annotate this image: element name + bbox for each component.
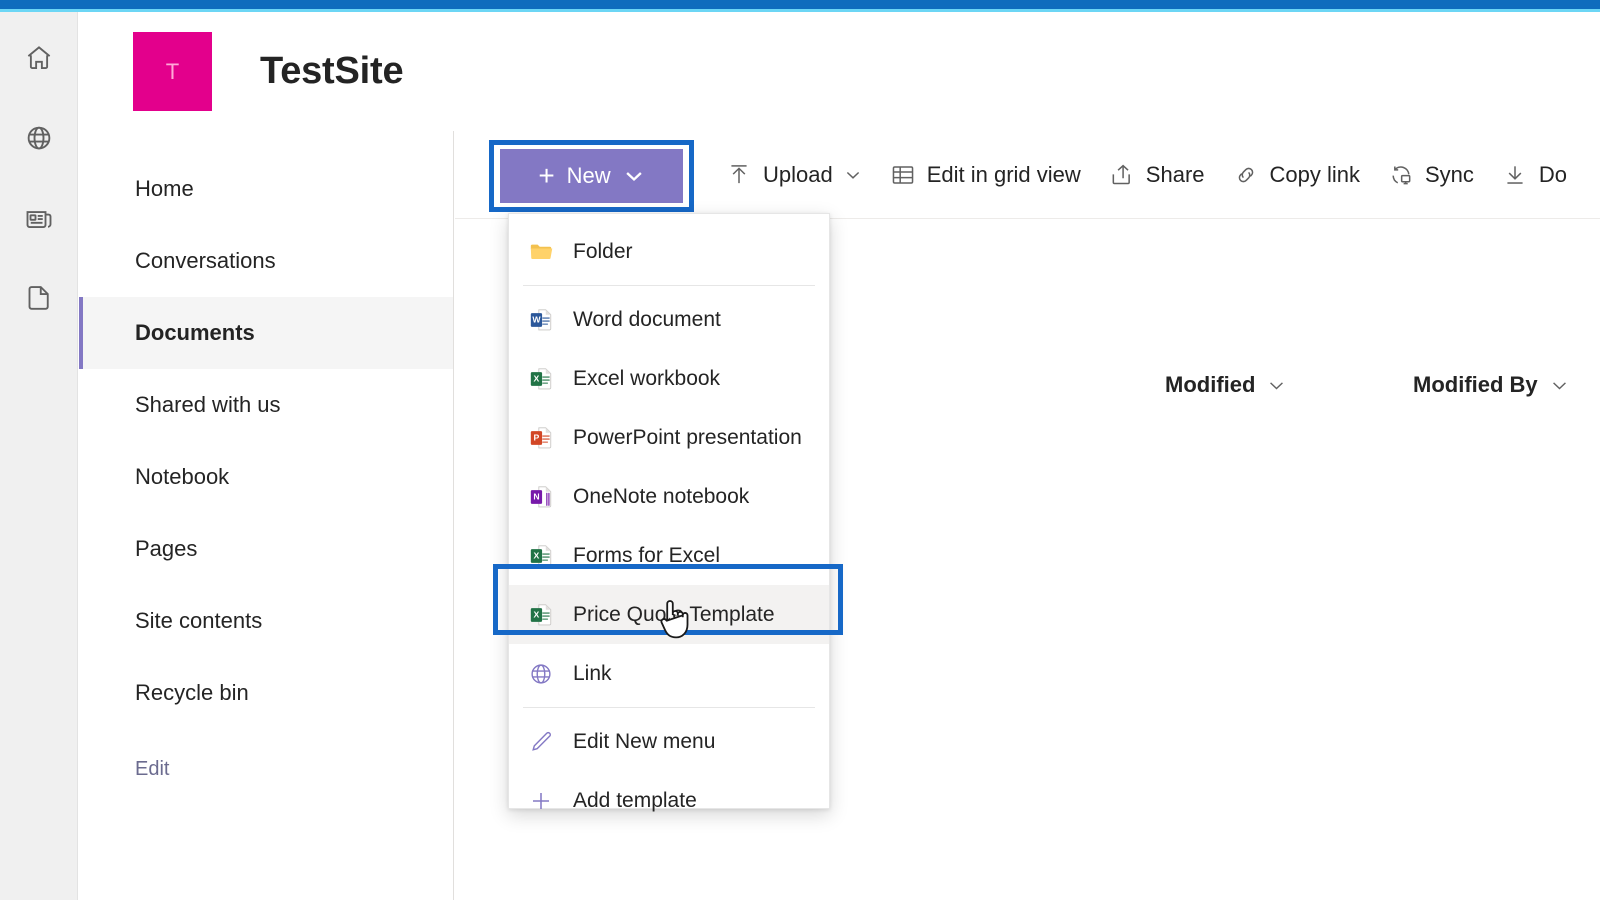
- top-accent-underline: [0, 9, 1600, 12]
- menu-item-price-quote-template-label: Price Quote Template: [573, 603, 775, 627]
- sidebar-item-pages[interactable]: Pages: [79, 513, 453, 585]
- sync-icon: [1388, 162, 1414, 188]
- sidebar-item-documents[interactable]: Documents: [79, 297, 453, 369]
- edit-in-grid-view-button[interactable]: Edit in grid view: [890, 162, 1081, 188]
- sidebar-item-recycle-bin[interactable]: Recycle bin: [79, 657, 453, 729]
- news-icon[interactable]: [15, 194, 63, 242]
- upload-icon: [726, 162, 752, 188]
- word-icon: W: [527, 306, 555, 334]
- home-icon[interactable]: [15, 34, 63, 82]
- site-header: T TestSite: [79, 12, 1600, 131]
- menu-item-price-quote-template[interactable]: X Price Quote Template: [509, 585, 829, 644]
- sidebar-item-home[interactable]: Home: [79, 153, 453, 225]
- chevron-down-icon: [623, 165, 645, 187]
- powerpoint-icon: P: [527, 424, 555, 452]
- column-header-modified[interactable]: Modified: [1165, 372, 1286, 398]
- site-logo-letter: T: [166, 59, 179, 85]
- left-nav: Home Conversations Documents Shared with…: [79, 131, 454, 900]
- column-header-modified-by[interactable]: Modified By: [1413, 372, 1569, 398]
- globe-link-icon: [527, 660, 555, 688]
- excel-icon: X: [527, 365, 555, 393]
- menu-item-edit-new-menu-label: Edit New menu: [573, 730, 715, 754]
- menu-item-excel-workbook-label: Excel workbook: [573, 367, 720, 391]
- menu-item-add-template[interactable]: Add template: [509, 771, 829, 830]
- sidebar-item-conversations[interactable]: Conversations: [79, 225, 453, 297]
- plus-icon: +: [538, 162, 554, 190]
- share-icon: [1109, 162, 1135, 188]
- chevron-down-icon: [844, 166, 862, 184]
- share-button[interactable]: Share: [1109, 162, 1205, 188]
- download-button[interactable]: Do: [1502, 162, 1567, 188]
- folder-icon: [527, 238, 555, 266]
- menu-separator: [523, 285, 815, 286]
- new-button[interactable]: + New: [500, 149, 683, 203]
- sync-label: Sync: [1425, 162, 1474, 188]
- sync-button[interactable]: Sync: [1388, 162, 1474, 188]
- svg-text:X: X: [534, 373, 540, 383]
- menu-item-forms-for-excel-label: Forms for Excel: [573, 544, 720, 568]
- grid-icon: [890, 162, 916, 188]
- menu-item-link-label: Link: [573, 662, 612, 686]
- new-button-label: New: [567, 163, 611, 189]
- new-menu-dropdown: Folder W Word document X Excel workbook: [508, 213, 830, 809]
- top-accent-bar: [0, 0, 1600, 9]
- menu-item-powerpoint-presentation[interactable]: P PowerPoint presentation: [509, 408, 829, 467]
- menu-item-link[interactable]: Link: [509, 644, 829, 703]
- download-label: Do: [1539, 162, 1567, 188]
- app-rail: [0, 12, 78, 900]
- chevron-down-icon: [1267, 376, 1286, 395]
- svg-text:X: X: [534, 550, 540, 560]
- share-label: Share: [1146, 162, 1205, 188]
- column-header-modified-by-label: Modified By: [1413, 372, 1538, 398]
- upload-label: Upload: [763, 162, 833, 188]
- menu-item-onenote-notebook-label: OneNote notebook: [573, 485, 749, 509]
- edit-in-grid-view-label: Edit in grid view: [927, 162, 1081, 188]
- column-header-modified-label: Modified: [1165, 372, 1255, 398]
- menu-item-word-document-label: Word document: [573, 308, 721, 332]
- menu-item-onenote-notebook[interactable]: N OneNote notebook: [509, 467, 829, 526]
- plus-icon: [527, 787, 555, 815]
- menu-separator: [523, 707, 815, 708]
- svg-text:X: X: [534, 609, 540, 619]
- pencil-icon: [527, 728, 555, 756]
- link-chain-icon: [1233, 162, 1259, 188]
- onenote-icon: N: [527, 483, 555, 511]
- copy-link-label: Copy link: [1270, 162, 1360, 188]
- site-title[interactable]: TestSite: [260, 50, 403, 93]
- menu-item-edit-new-menu[interactable]: Edit New menu: [509, 712, 829, 771]
- menu-item-folder[interactable]: Folder: [509, 222, 829, 281]
- sidebar-edit-link[interactable]: Edit: [79, 739, 453, 799]
- site-logo[interactable]: T: [133, 32, 212, 111]
- svg-text:W: W: [532, 314, 541, 324]
- menu-item-forms-for-excel[interactable]: X Forms for Excel: [509, 526, 829, 585]
- sidebar-item-site-contents[interactable]: Site contents: [79, 585, 453, 657]
- menu-item-excel-workbook[interactable]: X Excel workbook: [509, 349, 829, 408]
- sidebar-item-shared-with-us[interactable]: Shared with us: [79, 369, 453, 441]
- file-icon[interactable]: [15, 274, 63, 322]
- upload-button[interactable]: Upload: [726, 162, 862, 188]
- excel-icon: X: [527, 601, 555, 629]
- menu-item-add-template-label: Add template: [573, 789, 697, 813]
- sidebar-item-notebook[interactable]: Notebook: [79, 441, 453, 513]
- chevron-down-icon: [1550, 376, 1569, 395]
- svg-text:P: P: [534, 432, 540, 442]
- menu-item-word-document[interactable]: W Word document: [509, 290, 829, 349]
- menu-item-powerpoint-presentation-label: PowerPoint presentation: [573, 426, 802, 450]
- globe-icon[interactable]: [15, 114, 63, 162]
- excel-icon: X: [527, 542, 555, 570]
- download-icon: [1502, 162, 1528, 188]
- copy-link-button[interactable]: Copy link: [1233, 162, 1360, 188]
- svg-text:N: N: [533, 491, 539, 501]
- menu-item-folder-label: Folder: [573, 240, 633, 264]
